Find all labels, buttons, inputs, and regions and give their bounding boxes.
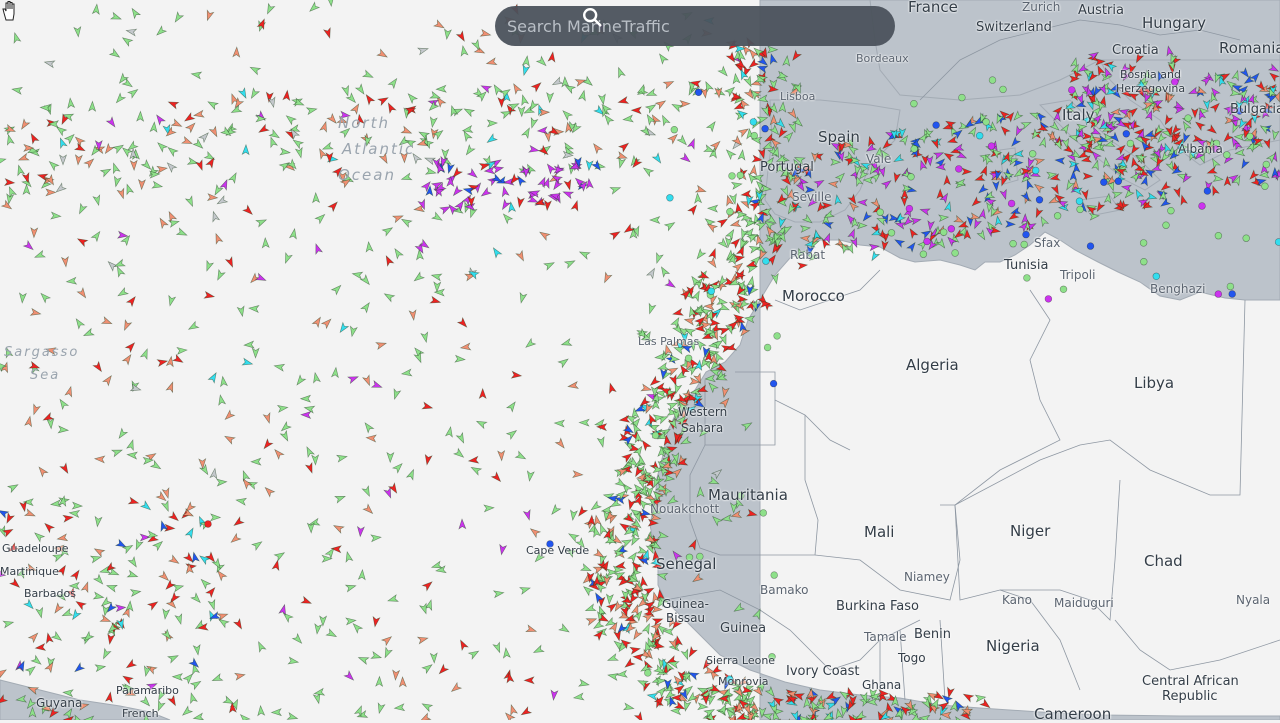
vessel-dot <box>911 100 918 107</box>
vessel-dot <box>1223 152 1230 159</box>
vessel-dot <box>940 229 947 236</box>
vessel-dot <box>1185 115 1192 122</box>
vessel-dot <box>205 521 212 528</box>
vessel-dot <box>976 132 983 139</box>
vessel-dot <box>1021 241 1028 248</box>
vessel-dot <box>1076 198 1083 205</box>
vessel-dot <box>1262 183 1269 190</box>
vessel-dot <box>1045 296 1052 303</box>
vessel-dot <box>763 258 770 265</box>
vessel-dot <box>1008 200 1015 207</box>
vessel-dot <box>1263 161 1270 168</box>
vessel-dot <box>1229 291 1236 298</box>
map-canvas[interactable]: North Atlantic Ocean Sargasso Sea France… <box>0 0 1280 720</box>
vessel-dot <box>671 126 678 133</box>
vessel-dot <box>547 541 554 548</box>
vessel-dot <box>737 492 744 499</box>
vessel-dot <box>920 251 927 258</box>
vessel-dot <box>1140 240 1147 247</box>
vessel-dot <box>1010 240 1017 247</box>
vessel-dot <box>948 225 955 232</box>
vessel-dot <box>762 125 769 132</box>
vessel-dot <box>1204 188 1211 195</box>
vessel-dot <box>1163 222 1170 229</box>
vessel-dot <box>708 288 715 295</box>
vessel-dot <box>737 172 744 179</box>
vessel-dot <box>1199 203 1206 210</box>
vessel-dot <box>751 132 758 139</box>
vessel-dot <box>685 355 692 362</box>
vessel-dot <box>983 119 990 126</box>
vessel-dot <box>877 209 884 216</box>
vessel-dot <box>727 208 734 215</box>
vessel-dot <box>1024 275 1031 282</box>
search-icon[interactable] <box>581 6 603 28</box>
vessel-dot <box>1243 235 1250 242</box>
vessel-dot <box>1236 108 1243 115</box>
vessel-dot <box>924 238 931 245</box>
vessel-dot <box>771 572 778 579</box>
hand-cursor-icon <box>0 0 20 22</box>
vessel-dot <box>1023 231 1030 238</box>
vessel-dot <box>1227 283 1234 290</box>
vessel-dot <box>726 676 733 683</box>
vessel-dot <box>696 553 703 560</box>
vessel-dot <box>644 670 651 677</box>
vessel-dot <box>750 119 757 126</box>
vessel-dot <box>1215 232 1222 239</box>
vessel-dot <box>906 205 913 212</box>
vessel-dot <box>1127 140 1134 147</box>
vessel-dot <box>1029 150 1036 157</box>
vessel-dot <box>770 380 777 387</box>
vessel-dot <box>1153 273 1160 280</box>
vessel-dot <box>686 554 693 561</box>
vessel-dot <box>1100 179 1107 186</box>
vessel-dot <box>908 173 915 180</box>
vessel-dot <box>952 250 959 257</box>
vessel-dot <box>911 146 918 153</box>
vessel-dot <box>888 229 895 236</box>
vessel-dot <box>760 510 767 517</box>
vessel-dot <box>1060 286 1067 293</box>
search-bar[interactable] <box>495 6 895 46</box>
vessel-dot <box>1212 146 1219 153</box>
vessel-dot <box>959 94 966 101</box>
map-svg[interactable] <box>0 0 1280 720</box>
vessel-dot <box>1032 167 1039 174</box>
vessel-dot <box>764 344 771 351</box>
vessel-dot <box>1123 130 1130 137</box>
vessel-dot <box>667 194 674 201</box>
vessel-dot <box>988 143 995 150</box>
vessel-dot <box>1140 258 1147 265</box>
vessel-dot <box>1115 178 1122 185</box>
vessel-dot <box>1054 212 1061 219</box>
vessel-dot <box>1215 291 1222 298</box>
search-input[interactable] <box>505 16 759 37</box>
vessel-dot <box>1036 196 1043 203</box>
vessel-dot <box>989 77 996 84</box>
vessel-dot <box>933 122 940 129</box>
vessel-dot <box>1087 243 1094 250</box>
vessel-dot <box>1275 239 1280 246</box>
vessel-dot <box>1068 87 1075 94</box>
vessel-dot <box>1000 86 1007 93</box>
vessel-dot <box>955 166 962 173</box>
vessel-dot <box>729 173 736 180</box>
vessel-dot <box>769 653 776 660</box>
vessel-dot <box>1247 133 1254 140</box>
vessel-dot <box>695 89 702 96</box>
vessel-dot <box>774 333 781 340</box>
vessel-dot <box>1168 207 1175 214</box>
vessel-dot <box>1077 206 1084 213</box>
vessel-dot <box>1171 79 1178 86</box>
vessel-dot <box>652 432 659 439</box>
